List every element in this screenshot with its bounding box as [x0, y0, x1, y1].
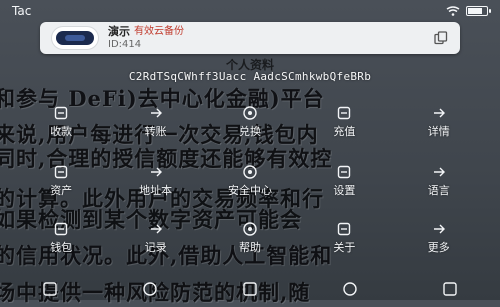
action-help[interactable]: 帮助 — [220, 221, 280, 255]
topup-icon — [338, 106, 351, 120]
bottom-nav — [0, 278, 500, 300]
action-globe[interactable]: 语言 — [409, 164, 469, 198]
action-shield[interactable]: 安全中心 — [220, 164, 280, 198]
browser-icon[interactable] — [341, 280, 359, 298]
wifi-icon — [446, 6, 460, 16]
action-label: 兑换 — [238, 125, 261, 138]
action-label: 安全中心 — [227, 184, 272, 197]
action-label: 记录 — [144, 241, 167, 254]
actions-row-2: 资产 地址本 安全中心 设置 语言 — [0, 164, 500, 198]
action-record[interactable]: 记录 — [126, 221, 186, 255]
market-icon[interactable] — [141, 280, 159, 298]
action-label: 充值 — [333, 125, 356, 138]
avatar — [52, 27, 98, 49]
wallet-logo — [56, 31, 94, 45]
actions-row-1: 收款 转账 兑换 充值 详情 — [0, 105, 500, 139]
transfer-icon — [150, 108, 162, 118]
wallet-icon — [54, 222, 68, 236]
wallet-address-text: C2RdTSqCWhff3Uacc AadcSCmhkwbQfeBRb — [128, 70, 372, 83]
help-icon — [243, 222, 257, 236]
copy-icon[interactable] — [434, 31, 448, 45]
profile-icon[interactable] — [441, 280, 459, 298]
action-address-book[interactable]: 地址本 — [126, 164, 186, 198]
action-label: 帮助 — [238, 241, 261, 254]
gear-icon — [338, 165, 351, 179]
action-wallet[interactable]: 钱包 — [31, 221, 91, 255]
globe-icon — [433, 167, 445, 177]
action-label: 收款 — [50, 125, 73, 138]
action-label: 资产 — [50, 184, 73, 197]
detail-icon — [433, 108, 445, 118]
action-info[interactable]: 关于 — [314, 221, 374, 255]
action-label: 钱包 — [50, 241, 73, 254]
backup-status-badge: 有效云备份 — [134, 26, 184, 37]
discover-icon[interactable] — [241, 280, 259, 298]
account-card[interactable]: 演示 有效云备份 ID:414 — [40, 22, 460, 54]
action-more[interactable]: 更多 — [409, 221, 469, 255]
receive-icon — [54, 106, 68, 120]
record-icon — [150, 224, 162, 234]
action-asset[interactable]: 资产 — [31, 164, 91, 198]
action-label: 地址本 — [139, 184, 173, 197]
status-bar: Tac — [0, 0, 500, 22]
more-icon — [433, 224, 445, 234]
action-transfer[interactable]: 转账 — [126, 105, 186, 139]
action-swap[interactable]: 兑换 — [220, 105, 280, 139]
shield-icon — [243, 165, 257, 179]
action-topup[interactable]: 充值 — [314, 105, 374, 139]
account-name: 演示 — [108, 25, 130, 38]
wallet-address[interactable]: C2RdTSqCWhff3Uacc AadcSCmhkwbQfeBRb — [0, 70, 500, 83]
status-icons — [446, 6, 491, 16]
address-book-icon — [150, 167, 162, 177]
battery-icon — [466, 6, 491, 16]
actions-row-3: 钱包 记录 帮助 关于 更多 — [0, 221, 500, 255]
action-label: 设置 — [333, 184, 356, 197]
action-receive[interactable]: 收款 — [31, 105, 91, 139]
action-label: 更多 — [427, 241, 450, 254]
account-id: ID:414 — [108, 39, 142, 50]
battery-level — [468, 8, 483, 14]
swap-icon — [243, 106, 257, 120]
carrier-label: Tac — [12, 4, 32, 18]
info-icon — [338, 222, 351, 236]
action-label: 关于 — [333, 241, 356, 254]
action-label: 详情 — [427, 125, 450, 138]
home-icon[interactable] — [41, 280, 59, 298]
action-label: 转账 — [144, 125, 167, 138]
asset-icon — [54, 165, 68, 179]
action-label: 语言 — [427, 184, 450, 197]
action-gear[interactable]: 设置 — [314, 164, 374, 198]
action-detail[interactable]: 详情 — [409, 105, 469, 139]
